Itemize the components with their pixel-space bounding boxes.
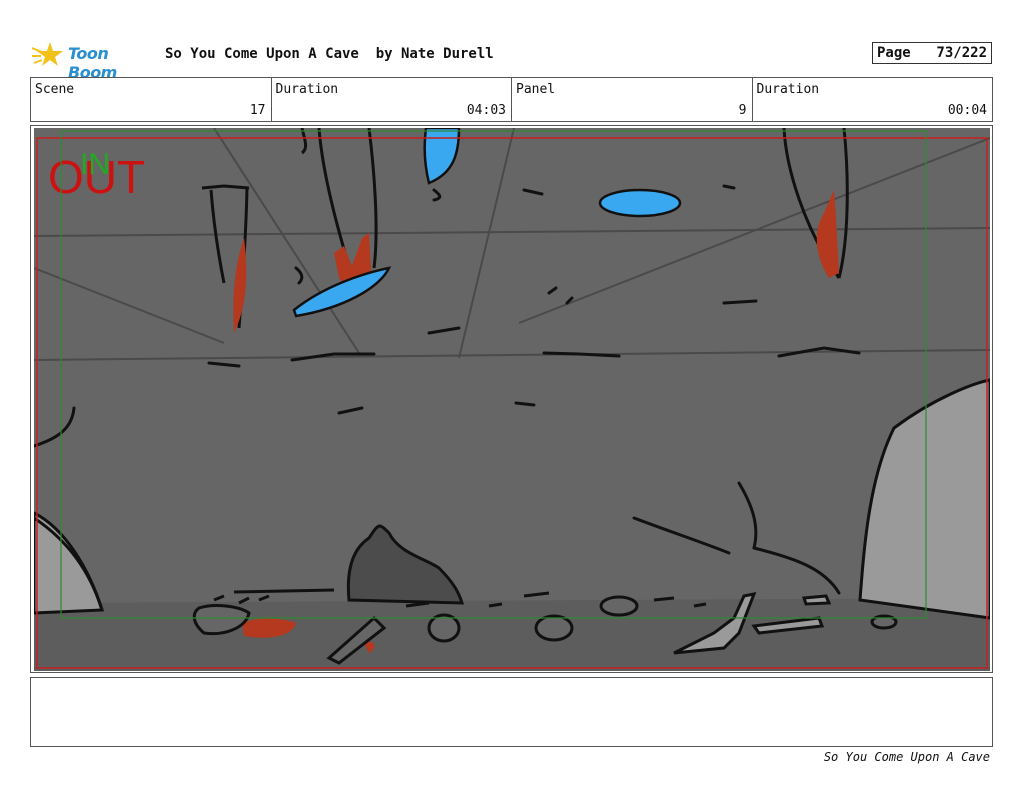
panel-duration-label: Duration — [756, 82, 820, 97]
panel-duration-cell: Duration 00:04 — [753, 78, 993, 121]
panel-value: 9 — [738, 103, 747, 118]
panel-notes — [30, 677, 993, 747]
storyboard-title: So You Come Upon A Cave by Nate Durell — [165, 46, 494, 62]
toon-boom-star-icon — [31, 42, 63, 66]
toon-boom-logo: Toon Boom — [31, 38, 157, 82]
panel-cell: Panel 9 — [512, 78, 753, 121]
page-indicator: Page 73/222 — [872, 42, 992, 64]
header: Toon Boom So You Come Upon A Cave by Nat… — [30, 38, 992, 82]
panel-label: Panel — [516, 82, 556, 97]
footer-title: So You Come Upon A Cave — [823, 750, 990, 764]
page-label: Page — [877, 45, 911, 61]
scene-value: 17 — [249, 103, 266, 118]
panel-drawing: OUT IN — [34, 128, 990, 671]
cave-floor — [34, 598, 990, 671]
scene-label: Scene — [35, 82, 75, 97]
page-value: 73/222 — [936, 45, 987, 61]
scene-duration-value: 04:03 — [466, 103, 506, 118]
in-marker: IN — [80, 148, 110, 181]
scene-duration-cell: Duration 04:03 — [272, 78, 512, 121]
info-bar: Scene 17 Duration 04:03 Panel 9 Duration… — [30, 77, 993, 122]
scene-cell: Scene 17 — [31, 78, 272, 121]
panel-duration-value: 00:04 — [947, 103, 987, 118]
scene-duration-label: Duration — [275, 82, 339, 97]
